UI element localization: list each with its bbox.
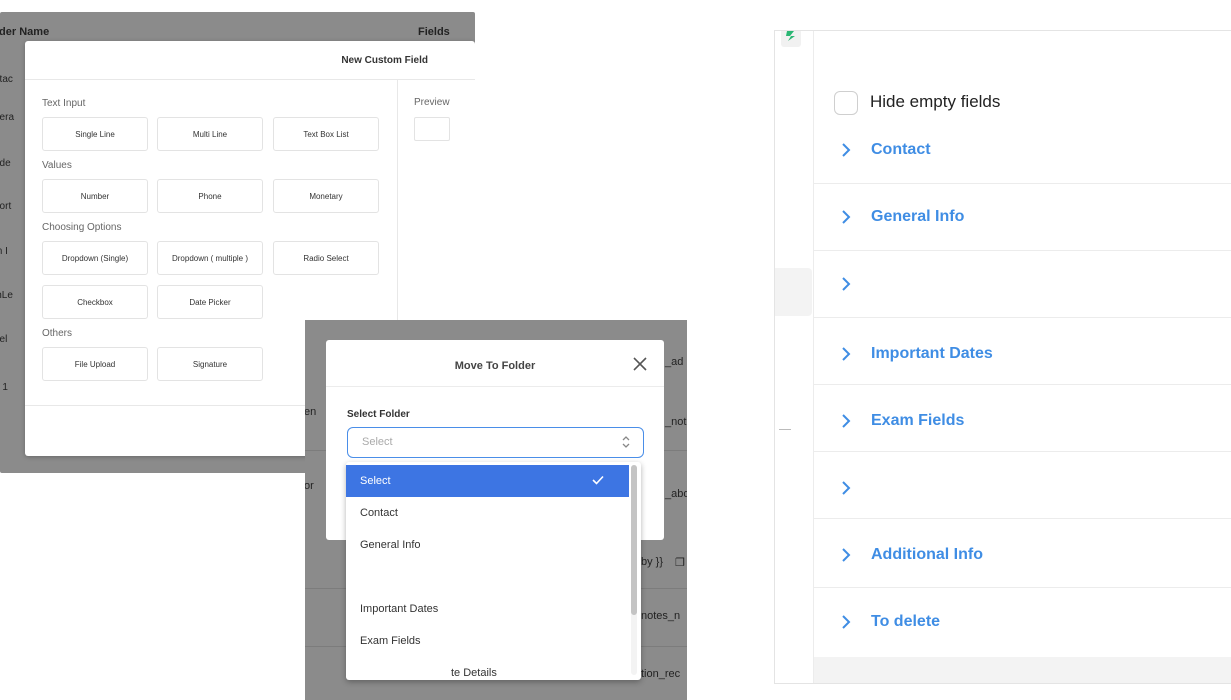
background-text: _not	[665, 416, 687, 428]
signature-button[interactable]: Signature	[157, 347, 263, 381]
folder-label: Important Dates	[871, 345, 993, 362]
dropdown-single-button[interactable]: Dropdown (Single)	[42, 241, 148, 275]
single-line-button[interactable]: Single Line	[42, 117, 148, 151]
chevron-right-icon	[842, 615, 851, 629]
divider	[25, 79, 475, 80]
chevron-right-icon	[842, 347, 851, 361]
background-row-stub: del	[0, 334, 8, 345]
chevron-up-down-icon	[622, 436, 630, 448]
background-row-stub: ade	[0, 158, 11, 169]
section-label-values: Values	[42, 160, 72, 171]
option-details[interactable]: te Details	[346, 657, 629, 680]
background-text: _abo	[665, 488, 687, 500]
scrollbar-thumb[interactable]	[631, 465, 637, 615]
option-contact[interactable]: Contact	[346, 497, 629, 529]
option-important-dates[interactable]: Important Dates	[346, 593, 629, 625]
background-row-stub: ihLe	[0, 290, 13, 301]
section-label-choosing-options: Choosing Options	[42, 222, 122, 233]
folder-row-contact[interactable]: Contact	[814, 117, 1231, 184]
option-exam-fields[interactable]: Exam Fields	[346, 625, 629, 657]
folder-label: Contact	[871, 141, 931, 158]
option-empty[interactable]	[346, 561, 629, 593]
background-row-stub: nera	[0, 112, 15, 123]
hide-empty-fields-label: Hide empty fields	[870, 92, 1001, 111]
background-row-stub: m I	[0, 246, 8, 257]
chevron-right-icon	[842, 210, 851, 224]
dropdown-multiple-button[interactable]: Dropdown ( multiple )	[157, 241, 263, 275]
folder-row-important-dates[interactable]: Important Dates	[814, 318, 1231, 385]
monetary-button[interactable]: Monetary	[273, 179, 379, 213]
sidebar	[775, 31, 814, 683]
folder-row-exam-fields[interactable]: Exam Fields	[814, 385, 1231, 452]
section-label-text-input: Text Input	[42, 98, 86, 109]
number-button[interactable]: Number	[42, 179, 148, 213]
sidebar-app-icon[interactable]	[781, 31, 801, 47]
chevron-right-icon	[842, 414, 851, 428]
select-placeholder: Select	[362, 436, 393, 448]
copy-icon: ❐	[675, 557, 685, 569]
option-select[interactable]: Select	[346, 465, 629, 497]
section-label-others: Others	[42, 328, 73, 339]
phone-button[interactable]: Phone	[157, 179, 263, 213]
close-icon[interactable]	[631, 355, 649, 373]
background-text: _ad	[665, 356, 684, 368]
folder-row-unnamed[interactable]	[814, 251, 1231, 318]
multi-line-button[interactable]: Multi Line	[157, 117, 263, 151]
background-row-stub: ntac	[0, 74, 13, 85]
background-text: by }}	[641, 556, 664, 568]
folder-select[interactable]: Select	[347, 427, 644, 458]
chevron-right-icon	[842, 548, 851, 562]
folder-options-list: Select Contact General Info Important Da…	[346, 462, 641, 680]
divider	[326, 386, 664, 387]
background-text: or	[305, 480, 314, 492]
option-label: Select	[360, 475, 391, 487]
move-to-folder-screenshot: _ad en _not or _abo by }} ❐ notes_n tion…	[305, 320, 687, 700]
background-row-stub: port	[0, 201, 12, 212]
file-upload-button[interactable]: File Upload	[42, 347, 148, 381]
date-picker-button[interactable]: Date Picker	[157, 285, 263, 319]
chevron-right-icon	[842, 277, 851, 291]
radio-select-button[interactable]: Radio Select	[273, 241, 379, 275]
folder-row-general-info[interactable]: General Info	[814, 184, 1231, 251]
chevron-right-icon	[842, 481, 851, 495]
preview-box	[414, 117, 450, 141]
folder-row-additional-info[interactable]: Additional Info	[814, 519, 1231, 588]
folders-panel-screenshot: Hide empty fields Contact General Info I…	[774, 30, 1231, 684]
sidebar-active-item[interactable]	[775, 268, 812, 316]
leaf-icon	[786, 31, 795, 41]
fields-column-header: Fields	[418, 26, 450, 38]
modal-title: New Custom Field	[341, 55, 428, 66]
folder-label: General Info	[871, 208, 965, 225]
hide-empty-fields-checkbox[interactable]	[834, 91, 858, 115]
folder-label: Additional Info	[871, 546, 983, 563]
folder-row-to-delete[interactable]: To delete	[814, 588, 1231, 657]
background-text: notes_n	[641, 610, 681, 622]
folder-row-unnamed[interactable]	[814, 452, 1231, 519]
folder-label: Exam Fields	[871, 412, 965, 429]
option-general-info[interactable]: General Info	[346, 529, 629, 561]
text-box-list-button[interactable]: Text Box List	[273, 117, 379, 151]
checkbox-button[interactable]: Checkbox	[42, 285, 148, 319]
background-text: tion_rec	[641, 668, 681, 680]
select-folder-label: Select Folder	[347, 409, 410, 420]
folder-label: To delete	[871, 613, 941, 630]
background-text: en	[305, 406, 317, 418]
checkmark-icon	[592, 475, 604, 485]
divider	[779, 429, 791, 430]
chevron-right-icon	[842, 143, 851, 157]
background-row-stub: g 1	[0, 382, 8, 393]
modal-title: Move To Folder	[454, 360, 536, 372]
footer-bar	[814, 657, 1231, 683]
preview-label: Preview	[414, 97, 450, 108]
folder-name-column-header: lder Name	[0, 26, 50, 38]
